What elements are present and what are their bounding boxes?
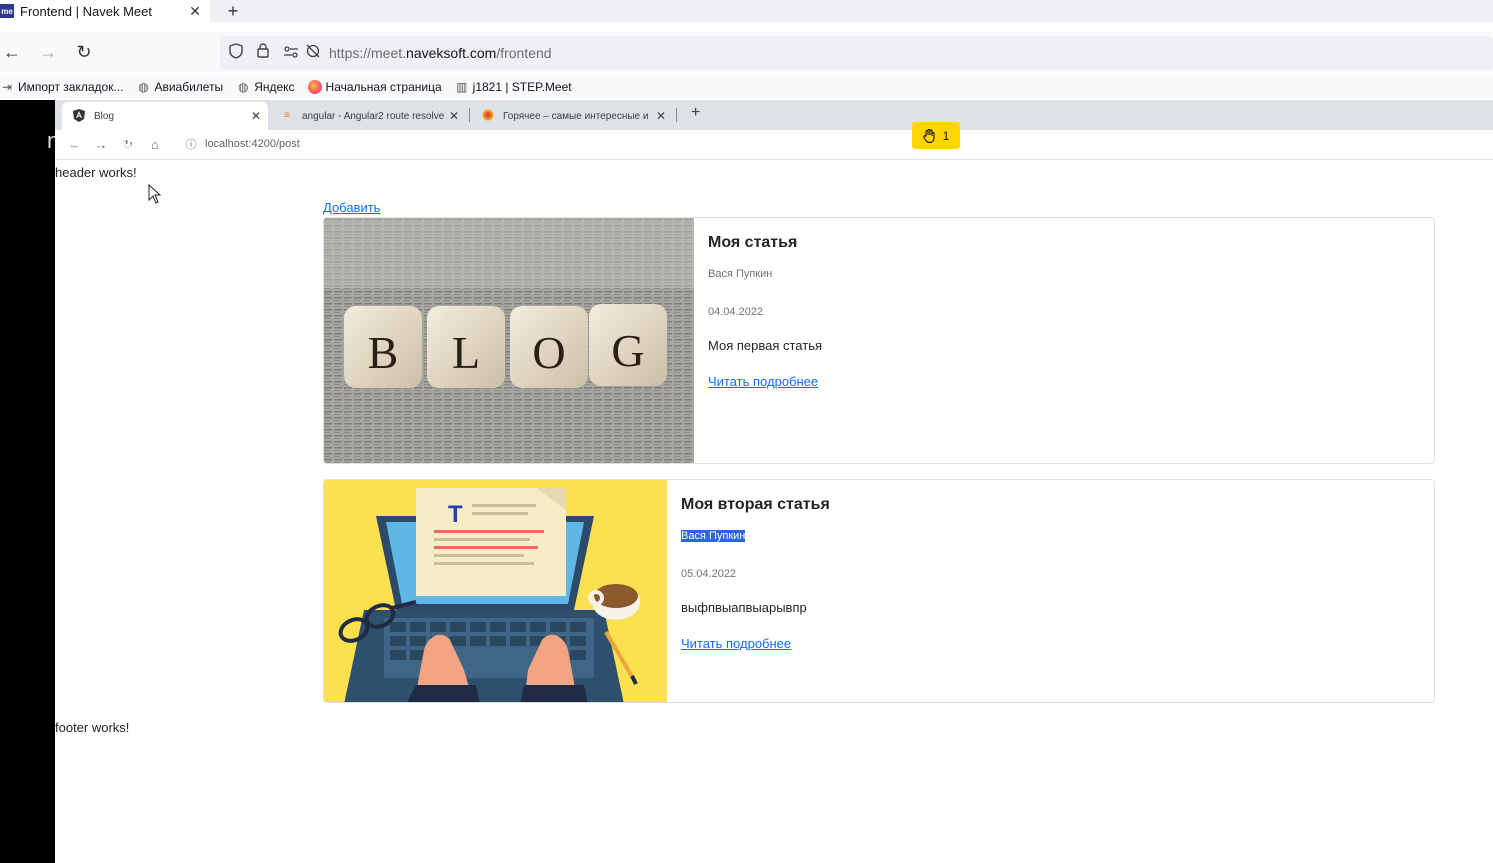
globe-icon: ◍: [138, 80, 149, 94]
inner-url-text[interactable]: localhost:4200/post: [205, 138, 300, 150]
raised-hand-badge[interactable]: 1: [912, 122, 960, 149]
close-icon[interactable]: ✕: [186, 3, 204, 20]
bookmarks-bar: ⇥ Импорт закладок... ◍ Авиабилеты ◍ Янде…: [0, 76, 1493, 98]
shield-icon[interactable]: [226, 43, 246, 63]
post-author-selected: Вася Пупкин: [681, 530, 746, 542]
url-bar[interactable]: https://meet.naveksoft.com/frontend: [220, 36, 1493, 70]
bookmark-step-meet[interactable]: ▥ j1821 | STEP.Meet: [455, 80, 572, 94]
stackoverflow-icon: ≡: [284, 110, 290, 121]
step-icon: ▥: [455, 80, 468, 94]
blog-cubes-image: B L O G: [324, 218, 694, 463]
raised-hand-count: 1: [942, 128, 950, 143]
hand-icon: [922, 128, 935, 143]
bookmark-label: j1821 | STEP.Meet: [472, 80, 572, 94]
pikabu-icon: [481, 109, 495, 123]
bookmark-yandex[interactable]: ◍ Яндекс: [236, 80, 295, 94]
document-letter: T: [448, 501, 463, 528]
post-author: Вася Пупкин: [708, 268, 773, 280]
laptop-typing-image: T: [324, 480, 667, 702]
camera-blocked-icon[interactable]: [303, 43, 323, 63]
post-title: Моя вторая статья: [681, 496, 830, 513]
blog-letter: B: [368, 327, 399, 378]
blog-letter: O: [532, 327, 565, 378]
post-card: B L O G Моя статья Вася Пупкин 04.04.202…: [323, 217, 1435, 464]
post-card-body: Моя статья Вася Пупкин 04.04.2022 Моя пе…: [694, 218, 836, 463]
import-icon: ⇥: [1, 80, 13, 94]
tab-separator: [469, 108, 470, 122]
footer-component-text: footer works!: [55, 720, 130, 735]
inner-tab-strip: Blog ✕ ≡ angular - Angular2 route resolv…: [55, 100, 1493, 130]
bookmark-label: Яндекс: [254, 80, 295, 94]
navek-meet-favicon-icon: me: [0, 4, 14, 18]
read-more-link[interactable]: Читать подробнее: [681, 636, 791, 651]
tab-separator: [676, 108, 677, 122]
angular-icon: [72, 109, 86, 123]
url-text[interactable]: https://meet.naveksoft.com/frontend: [329, 45, 552, 61]
outer-tab-frontend[interactable]: me Frontend | Navek Meet ✕: [0, 0, 210, 22]
inner-tab-title: angular - Angular2 route resolve: [302, 110, 445, 122]
close-icon[interactable]: ✕: [446, 109, 462, 123]
post-text: выфпвыапвыарывпр: [681, 600, 807, 615]
outer-tab-title: Frontend | Navek Meet: [20, 3, 152, 19]
post-title: Моя статья: [708, 234, 798, 251]
outer-tab-strip: me Frontend | Navek Meet ✕ +: [0, 0, 1493, 22]
screen-share-left-border: [0, 100, 55, 863]
bookmark-label: Авиабилеты: [154, 80, 224, 94]
permissions-icon[interactable]: [281, 43, 301, 63]
blog-letter: L: [452, 327, 480, 378]
post-date: 05.04.2022: [681, 568, 737, 580]
inner-tab-angular[interactable]: ≡ angular - Angular2 route resolve ✕: [270, 102, 466, 130]
bookmark-label: Начальная страница: [325, 80, 442, 94]
site-info-icon[interactable]: ⓘ: [182, 136, 200, 154]
close-icon[interactable]: ✕: [653, 109, 669, 123]
inner-nav-bar: ← → ↻ ⌂ ⓘ localhost:4200/post: [55, 130, 1493, 160]
inner-tab-title: Blog: [94, 110, 115, 122]
inner-tab-blog[interactable]: Blog ✕: [62, 102, 268, 130]
read-more-link[interactable]: Читать подробнее: [708, 374, 818, 389]
bookmark-import[interactable]: ⇥ Импорт закладок...: [0, 80, 123, 94]
header-component-text: header works!: [55, 165, 137, 180]
post-date: 04.04.2022: [708, 306, 764, 318]
forward-button[interactable]: →: [36, 40, 60, 64]
new-tab-button[interactable]: +: [691, 104, 700, 122]
post-card-body: Моя вторая статья Вася Пупкин 05.04.2022…: [667, 480, 844, 702]
outer-nav-bar: ← → ↻ https://meet.naveksoft.com/fronten…: [0, 32, 1493, 72]
post-text: Моя первая статья: [708, 338, 823, 353]
close-icon[interactable]: ✕: [248, 109, 264, 123]
firefox-icon: [307, 80, 322, 94]
shared-screen-ghost-text: naveksoft: [47, 128, 151, 153]
inner-tab-title: Горячее – самые интересные и: [503, 110, 649, 122]
globe-icon: ◍: [237, 80, 249, 94]
post-card: T Моя вторая статья Вася Пупкин 05.04.20…: [323, 479, 1435, 703]
bookmark-label: Импорт закладок...: [18, 80, 124, 94]
back-button[interactable]: ←: [0, 40, 24, 64]
mouse-cursor-icon: [148, 184, 162, 204]
blog-letter: G: [611, 325, 644, 376]
lock-icon[interactable]: [253, 43, 273, 63]
new-tab-button[interactable]: +: [222, 0, 244, 22]
reload-button[interactable]: ↻: [72, 40, 96, 64]
bookmark-start-page[interactable]: Начальная страница: [307, 80, 442, 94]
inner-tab-pikabu[interactable]: Горячее – самые интересные и ✕: [471, 102, 673, 130]
add-post-link[interactable]: Добавить: [323, 200, 380, 215]
bookmark-aviabilety[interactable]: ◍ Авиабилеты: [136, 80, 223, 94]
